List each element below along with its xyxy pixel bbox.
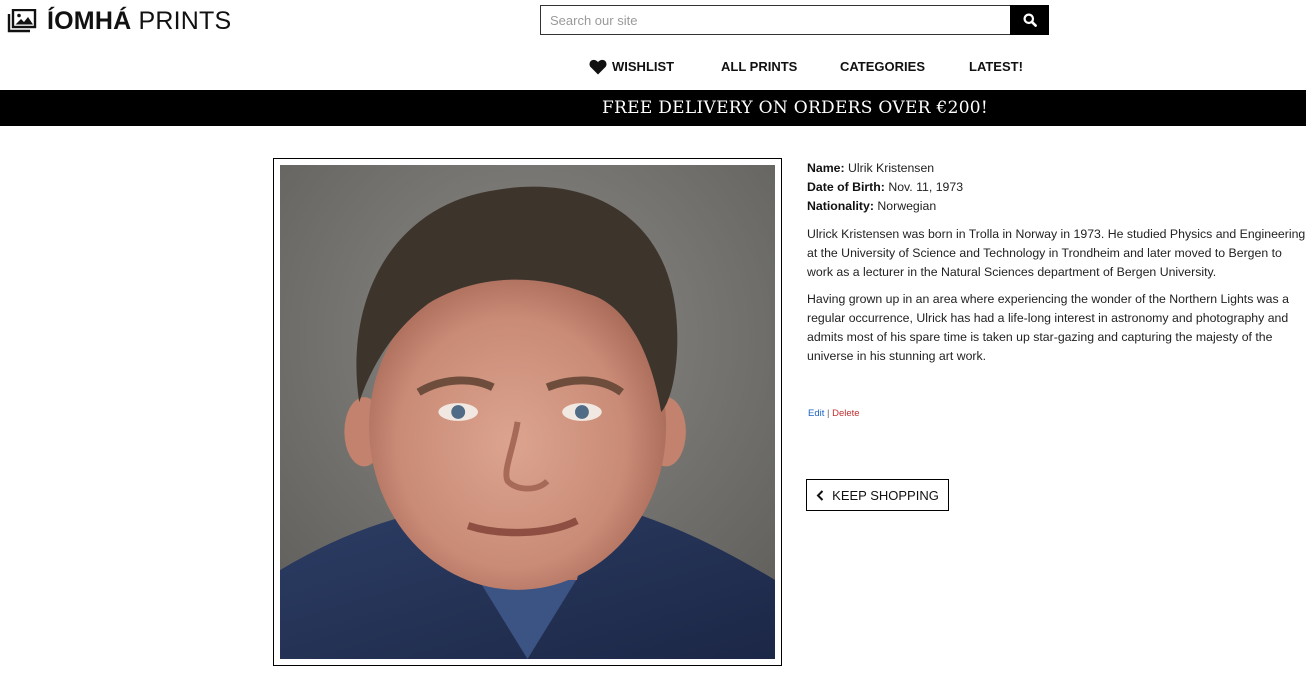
nav-wishlist-label: WISHLIST: [612, 59, 675, 74]
artist-nationality-row: Nationality: Norwegian: [807, 197, 1306, 216]
artist-dob: Nov. 11, 1973: [888, 180, 964, 194]
edit-link[interactable]: Edit: [808, 408, 824, 419]
search-icon: [1023, 13, 1037, 27]
nav-all-prints[interactable]: ALL PRINTS: [721, 57, 797, 77]
keep-shopping-button[interactable]: KEEP SHOPPING: [806, 479, 949, 511]
keep-shopping-label: KEEP SHOPPING: [832, 487, 939, 503]
logo-brand-light: PRINTS: [138, 7, 232, 35]
artist-nationality: Norwegian: [877, 199, 937, 213]
artist-photo: [280, 165, 775, 659]
bio-line: regular occurrence, Ulrick has had a lif…: [807, 311, 1289, 325]
artist-photo-frame: [273, 158, 782, 666]
artist-bio-paragraph-1: Ulrick Kristensen was born in Trolla in …: [807, 225, 1306, 282]
bio-line: Ulrick Kristensen was born in Trolla in …: [807, 227, 1306, 241]
artist-name: Ulrik Kristensen: [848, 161, 935, 175]
artist-details: Name: Ulrik Kristensen Date of Birth: No…: [807, 159, 1306, 366]
nav-wishlist[interactable]: WISHLIST: [589, 57, 674, 77]
admin-links: Edit | Delete: [808, 408, 860, 420]
bio-line: universe in his stunning art work.: [807, 349, 987, 363]
logo-text: ÍOMHÁ PRINTS: [47, 6, 231, 36]
images-icon: [7, 9, 37, 33]
search-bar: [540, 5, 1049, 35]
delivery-banner: FREE DELIVERY ON ORDERS OVER €200!: [0, 90, 1306, 126]
search-button[interactable]: [1010, 5, 1049, 35]
nav-latest[interactable]: LATEST!: [969, 57, 1023, 77]
admin-separator: |: [827, 408, 830, 419]
name-label: Name:: [807, 161, 845, 175]
nav-categories[interactable]: CATEGORIES: [840, 57, 925, 77]
bio-line: Having grown up in an area where experie…: [807, 292, 1289, 306]
artist-bio-paragraph-2: Having grown up in an area where experie…: [807, 290, 1306, 366]
search-input[interactable]: [540, 5, 1010, 35]
artist-name-row: Name: Ulrik Kristensen: [807, 159, 1306, 178]
bio-line: admits most of his spare time is taken u…: [807, 330, 1273, 344]
main-nav: WISHLIST ALL PRINTS CATEGORIES LATEST!: [0, 57, 1306, 77]
bio-line: at the University of Science and Technol…: [807, 246, 1282, 260]
delivery-banner-text: FREE DELIVERY ON ORDERS OVER €200!: [601, 98, 989, 118]
dob-label: Date of Birth:: [807, 180, 885, 194]
heart-icon: [589, 59, 607, 75]
nationality-label: Nationality:: [807, 199, 874, 213]
delete-link[interactable]: Delete: [832, 408, 859, 419]
chevron-left-icon: [816, 489, 824, 501]
artist-dob-row: Date of Birth: Nov. 11, 1973: [807, 178, 1306, 197]
site-logo[interactable]: ÍOMHÁ PRINTS: [7, 6, 231, 36]
logo-brand-bold: ÍOMHÁ: [47, 7, 132, 35]
bio-line: work as a lecturer in the Natural Scienc…: [807, 265, 1217, 279]
